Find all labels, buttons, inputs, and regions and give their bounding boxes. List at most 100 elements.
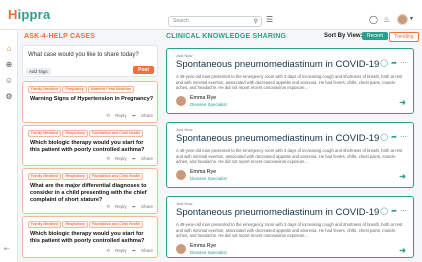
question-card[interactable]: Family Medicine Pregnancy Maternal Fetal M… bbox=[22, 81, 158, 123]
share-button[interactable]: ➦ Share bbox=[132, 113, 153, 118]
share-button[interactable]: ➦ Share bbox=[132, 204, 153, 209]
search-placeholder: Search bbox=[173, 18, 189, 24]
search-icon[interactable]: ⚲ bbox=[254, 18, 258, 27]
plus-circle-icon[interactable]: ⊕ bbox=[4, 60, 14, 70]
share-button[interactable]: ➦ Share bbox=[132, 248, 153, 253]
knowledge-card[interactable]: Just Now Spontaneous pneumomediastinum i… bbox=[166, 48, 414, 114]
sort-trending-button[interactable]: Trending bbox=[389, 32, 419, 42]
more-icon[interactable]: ⋯ bbox=[400, 208, 407, 215]
knowledge-card[interactable]: Just Now Spontaneous pneumomediastinum i… bbox=[166, 122, 414, 188]
post-excerpt: A 49-year-old man presented to the emerg… bbox=[176, 148, 403, 165]
author-name[interactable]: Emma Rye bbox=[190, 243, 216, 249]
question-text: Warning Signs of Hypertension in Pregnan… bbox=[30, 96, 154, 102]
question-actions: ⟲ Reply ➦ Share bbox=[102, 204, 153, 210]
open-post-arrow-icon[interactable]: ➜ bbox=[399, 172, 406, 181]
post-time: Just Now bbox=[176, 127, 193, 132]
author-avatar[interactable] bbox=[176, 170, 186, 180]
reply-label: Reply bbox=[115, 248, 127, 253]
add-tags-button[interactable]: Add Tags bbox=[26, 68, 51, 75]
post-title[interactable]: Spontaneous pneumomediastinum in COVID-1… bbox=[176, 59, 379, 70]
question-card[interactable]: Family Medicine Respiratory Paediatrics an… bbox=[22, 216, 158, 258]
tag[interactable]: Family Medicine bbox=[28, 173, 62, 180]
reply-label: Reply bbox=[115, 204, 127, 209]
share-icon[interactable]: ➦ bbox=[391, 208, 397, 215]
more-icon[interactable]: ⋯ bbox=[400, 134, 407, 141]
tag[interactable]: Respiratory bbox=[62, 173, 88, 180]
home-icon[interactable]: ⌂ bbox=[4, 44, 14, 54]
question-card[interactable]: Family Medicine Respiratory Paediatrics an… bbox=[22, 125, 158, 166]
user-circle-icon[interactable]: ☺ bbox=[4, 76, 14, 86]
post-excerpt: A 49-year-old man presented to the emerg… bbox=[176, 74, 403, 91]
author-name[interactable]: Emma Rye bbox=[190, 95, 216, 101]
settings-icon[interactable]: ⚙ bbox=[4, 92, 14, 102]
tag[interactable]: Pregnancy bbox=[62, 86, 87, 93]
chat-icon[interactable]: ◯ bbox=[369, 15, 378, 24]
reply-label: Reply bbox=[115, 156, 127, 161]
ask-case-box: What case would you like to share today?… bbox=[22, 45, 158, 77]
tag-list: Family Medicine Respiratory Paediatrics an… bbox=[28, 173, 144, 180]
bell-icon[interactable]: ♨ bbox=[383, 15, 390, 24]
comment-icon[interactable]: ◯ bbox=[380, 60, 388, 67]
comment-icon[interactable]: ◯ bbox=[380, 208, 388, 215]
share-label: Share bbox=[140, 113, 153, 118]
open-post-arrow-icon[interactable]: ➜ bbox=[399, 98, 406, 107]
tag[interactable]: Family Medicine bbox=[28, 221, 62, 228]
tag-list: Family Medicine Respiratory Paediatrics an… bbox=[28, 221, 144, 228]
tag[interactable]: Respiratory bbox=[62, 221, 88, 228]
post-time: Just Now bbox=[176, 201, 193, 206]
tag[interactable]: Family Medicine bbox=[28, 86, 62, 93]
share-label: Share bbox=[140, 248, 153, 253]
tag-list: Family Medicine Respiratory Paediatrics an… bbox=[28, 130, 144, 137]
post-excerpt: A 49-year-old man presented to the emerg… bbox=[176, 222, 403, 239]
collapse-icon[interactable]: ⇤ bbox=[4, 245, 10, 253]
post-title[interactable]: Spontaneous pneumomediastinum in COVID-1… bbox=[176, 133, 379, 144]
question-text: Which biologic therapy would you start f… bbox=[30, 140, 145, 153]
tag[interactable]: Paediatrics and Child Health bbox=[88, 130, 143, 137]
avatar[interactable] bbox=[397, 14, 408, 25]
share-icon[interactable]: ➦ bbox=[391, 60, 397, 67]
reply-button[interactable]: ⟲ Reply bbox=[106, 156, 127, 161]
question-text: Which biologic therapy would you start f… bbox=[30, 231, 145, 244]
author-role: Disease Specialist bbox=[190, 250, 227, 255]
knowledge-title: CLINICAL KNOWLEDGE SHARING bbox=[166, 33, 287, 40]
sliders-icon[interactable]: ☰ bbox=[266, 15, 273, 24]
reply-button[interactable]: ⟲ Reply bbox=[106, 204, 127, 209]
question-card[interactable]: Family Medicine Respiratory Paediatrics an… bbox=[22, 168, 158, 214]
tag[interactable]: Family Medicine bbox=[28, 130, 62, 137]
question-text: What are the major differential diagnose… bbox=[30, 183, 147, 203]
share-icon[interactable]: ➦ bbox=[391, 134, 397, 141]
author-avatar[interactable] bbox=[176, 96, 186, 106]
tag[interactable]: Paediatrics and Child Health bbox=[88, 173, 143, 180]
open-post-arrow-icon[interactable]: ➜ bbox=[399, 246, 406, 255]
post-title[interactable]: Spontaneous pneumomediastinum in COVID-1… bbox=[176, 207, 379, 218]
question-actions: ⟲ Reply ➦ Share bbox=[102, 156, 153, 162]
author-role: Disease Specialist bbox=[190, 102, 227, 107]
ask-case-input[interactable]: What case would you like to share today? bbox=[28, 52, 139, 58]
search-input[interactable]: Search ⚲ bbox=[168, 16, 262, 27]
author-avatar[interactable] bbox=[176, 244, 186, 254]
tag[interactable]: Respiratory bbox=[62, 130, 88, 137]
share-button[interactable]: ➦ Share bbox=[132, 156, 153, 161]
author-role: Disease Specialist bbox=[190, 176, 227, 181]
reply-label: Reply bbox=[115, 113, 127, 118]
tag[interactable]: Paediatrics and Child Health bbox=[88, 221, 143, 228]
post-icons: ◯ ➦ ⋯ bbox=[377, 207, 407, 215]
knowledge-card[interactable]: Just Now Spontaneous pneumomediastinum i… bbox=[166, 196, 414, 258]
post-icons: ◯ ➦ ⋯ bbox=[377, 133, 407, 141]
question-actions: ⟲ Reply ➦ Share bbox=[102, 248, 153, 254]
tag-list: Family Medicine Pregnancy Maternal Fetal M… bbox=[28, 86, 135, 93]
sort-label: Sort By View: bbox=[324, 33, 363, 39]
tag[interactable]: Maternal Fetal Medicine bbox=[87, 86, 135, 93]
sort-recent-button[interactable]: Recent bbox=[362, 32, 388, 40]
comment-icon[interactable]: ◯ bbox=[380, 134, 388, 141]
more-icon[interactable]: ⋯ bbox=[400, 60, 407, 67]
side-nav: ⌂ ⊕ ☺ ⚙ ⇤ bbox=[0, 30, 18, 262]
question-actions: ⟲ Reply ➦ Share bbox=[102, 113, 153, 119]
chevron-down-icon[interactable]: ▾ bbox=[410, 15, 413, 22]
app-logo[interactable]: Hippra bbox=[8, 7, 50, 22]
post-button[interactable]: Post bbox=[133, 66, 154, 74]
post-icons: ◯ ➦ ⋯ bbox=[377, 59, 407, 67]
author-name[interactable]: Emma Rye bbox=[190, 169, 216, 175]
reply-button[interactable]: ⟲ Reply bbox=[106, 248, 127, 253]
reply-button[interactable]: ⟲ Reply bbox=[106, 113, 127, 118]
